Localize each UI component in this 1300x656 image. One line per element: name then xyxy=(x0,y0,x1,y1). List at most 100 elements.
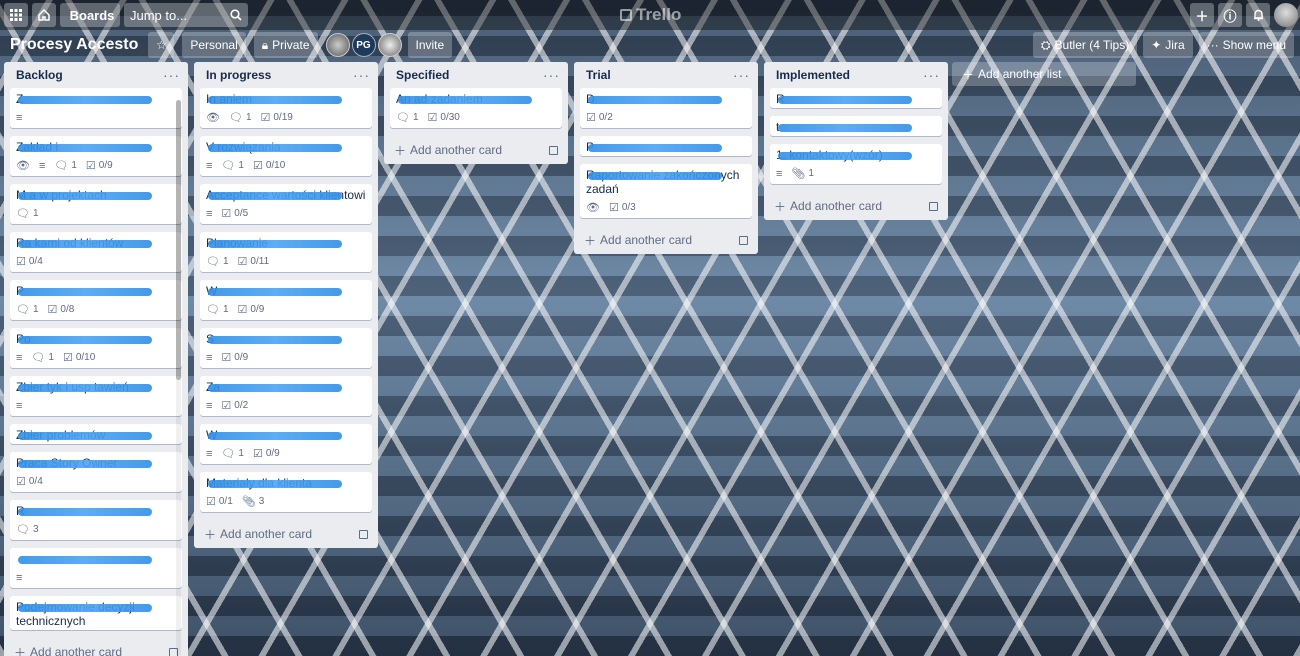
checklist-badge: ☑︎ 0/11 xyxy=(238,255,270,269)
list-header[interactable]: Backlog ··· xyxy=(4,62,188,88)
card[interactable]: Z ≡ xyxy=(10,88,182,128)
card[interactable]: P 🗨︎ 1 ☑︎ 0/8 xyxy=(10,280,182,320)
list-specified: Specified ··· An ad zadaniem 🗨︎ 1 ☑︎ 0/30 ＋ Add … xyxy=(384,62,568,164)
scrollbar-thumb[interactable] xyxy=(176,100,181,380)
board-title[interactable]: Procesy Accesto xyxy=(10,36,138,54)
card[interactable]: Po ≡ 🗨︎ 1 ☑︎ 0/10 xyxy=(10,328,182,368)
show-menu-button[interactable]: ··· Show menu xyxy=(1198,32,1294,58)
card[interactable]: R xyxy=(770,88,942,108)
card-badges: ≡ xyxy=(16,570,176,586)
description-icon: ≡ xyxy=(38,160,46,172)
list-scrollbar[interactable] xyxy=(176,100,181,656)
card[interactable]: Zbier problemów xyxy=(10,424,182,444)
comment-icon: 🗨︎ xyxy=(31,352,46,364)
add-card-button[interactable]: ＋ Add another card xyxy=(764,192,948,220)
plus-icon: ＋ xyxy=(204,527,217,542)
checklist-badge: ☑︎ 0/9 xyxy=(86,159,113,173)
comments-badge: 🗨︎ 1 xyxy=(54,159,77,173)
desc-badge: ≡ xyxy=(16,111,22,125)
list-menu-icon[interactable]: ··· xyxy=(733,67,750,83)
card[interactable]: In aniem 👁︎ 🗨︎ 1 ☑︎ 0/19 xyxy=(200,88,372,128)
desc-badge: ≡ xyxy=(206,159,212,173)
list-title[interactable]: Specified xyxy=(396,68,449,82)
card[interactable]: W ≡ 🗨︎ 1 ☑︎ 0/9 xyxy=(200,424,372,464)
add-card-button[interactable]: ＋ Add another card xyxy=(4,638,188,656)
card[interactable]: Ra kami od klientów ☑︎ 0/4 xyxy=(10,232,182,272)
add-list-button[interactable]: ＋ Add another list xyxy=(952,62,1136,86)
card[interactable]: P xyxy=(580,136,752,156)
card[interactable]: Praca Story Owner ☑︎ 0/4 xyxy=(10,452,182,492)
card-title: R xyxy=(16,504,176,518)
member-initials: PG xyxy=(356,39,371,51)
card-template-icon[interactable] xyxy=(359,529,368,539)
card-template-icon[interactable] xyxy=(739,235,748,245)
list-menu-icon[interactable]: ··· xyxy=(543,67,560,83)
card[interactable]: M a w projektach 🗨︎ 1 xyxy=(10,184,182,224)
card[interactable]: R 🗨︎ 3 xyxy=(10,500,182,540)
comment-icon: 🗨︎ xyxy=(16,524,30,536)
card[interactable]: V rozwiązania ≡ 🗨︎ 1 ☑︎ 0/10 xyxy=(200,136,372,176)
card[interactable]: Acceptance wartości klientowi ≡ ☑︎ 0/5 xyxy=(200,184,372,224)
card-template-icon[interactable] xyxy=(929,201,938,211)
card[interactable]: Raportowanie zakończonych zadań 👁︎ ☑︎ 0/3 xyxy=(580,164,752,218)
list-header[interactable]: In progress ··· xyxy=(194,62,378,88)
jira-button[interactable]: ✦ Jira xyxy=(1143,32,1193,58)
comments-badge: 🗨︎ 3 xyxy=(16,523,39,537)
card-badges: 🗨︎ 1 ☑︎ 0/8 xyxy=(16,302,176,318)
checklist-icon: ☑︎ xyxy=(252,448,263,460)
card[interactable]: D ☑︎ 0/2 xyxy=(580,88,752,128)
member-avatar[interactable] xyxy=(377,33,402,57)
list-header[interactable]: Trial ··· xyxy=(574,62,758,88)
checklist-icon: ☑︎ xyxy=(206,496,216,508)
card[interactable]: Planowanie 🗨︎ 1 ☑︎ 0/11 xyxy=(200,232,372,272)
list-title[interactable]: Trial xyxy=(586,68,611,82)
info-button[interactable]: ⓘ xyxy=(1218,3,1242,27)
list-header[interactable]: Specified ··· xyxy=(384,62,568,88)
card[interactable]: 1. kontaktowy(wzór) ≡ 📎︎ 1 xyxy=(770,144,942,184)
butler-button[interactable]: ⛭ Butler (4 Tips) xyxy=(1032,32,1138,58)
boards-button[interactable]: Boards xyxy=(60,3,120,27)
list-title[interactable]: In progress xyxy=(206,68,271,82)
apps-grid-icon[interactable] xyxy=(4,3,28,27)
card[interactable]: t xyxy=(770,116,942,136)
card[interactable]: S ≡ ☑︎ 0/9 xyxy=(200,328,372,368)
plus-icon: ＋ xyxy=(584,233,597,248)
team-button[interactable]: Personal xyxy=(182,32,246,58)
member-avatar[interactable]: PG xyxy=(351,33,376,57)
plus-icon: ＋ xyxy=(14,645,27,656)
search-input[interactable]: Jump to... xyxy=(124,3,248,27)
checklist-count: 0/3 xyxy=(621,202,636,213)
add-card-button[interactable]: ＋ Add another card xyxy=(194,520,378,548)
trello-logo[interactable]: Trello xyxy=(620,5,681,25)
visibility-button[interactable]: 🔒︎ Private xyxy=(253,32,318,58)
card-badges: ≡ 🗨︎ 1 ☑︎ 0/10 xyxy=(16,350,176,366)
card[interactable]: Za ≡ ☑︎ 0/2 xyxy=(200,376,372,416)
notifications-button[interactable] xyxy=(1246,3,1270,27)
checklist-badge: ☑︎ 0/1 xyxy=(206,495,233,509)
checklist-icon: ☑︎ xyxy=(427,112,438,124)
add-card-button[interactable]: ＋ Add another card xyxy=(384,136,568,164)
account-avatar[interactable] xyxy=(1274,3,1298,27)
card[interactable]: Podejmowanie decyzji technicznych xyxy=(10,596,182,630)
list-menu-icon[interactable]: ··· xyxy=(163,67,180,83)
list-title[interactable]: Backlog xyxy=(16,68,63,82)
star-button[interactable]: ☆ xyxy=(148,32,175,58)
list-menu-icon[interactable]: ··· xyxy=(923,67,940,83)
invite-button[interactable]: Invite xyxy=(407,32,453,58)
card[interactable]: An ad zadaniem 🗨︎ 1 ☑︎ 0/30 xyxy=(390,88,562,128)
card[interactable]: ≡ xyxy=(10,548,182,588)
create-button[interactable]: ＋ xyxy=(1190,3,1214,27)
add-card-button[interactable]: ＋ Add another card xyxy=(574,226,758,254)
card[interactable]: Materiały dla klienta ☑︎ 0/1 📎︎ 3 xyxy=(200,472,372,512)
list-menu-icon[interactable]: ··· xyxy=(353,67,370,83)
card[interactable]: Zbier tyk i usp tawień ≡ xyxy=(10,376,182,416)
card[interactable]: W 🗨︎ 1 ☑︎ 0/9 xyxy=(200,280,372,320)
list-header[interactable]: Implemented ··· xyxy=(764,62,948,88)
home-button[interactable] xyxy=(32,3,56,27)
member-avatar[interactable] xyxy=(325,33,350,57)
card[interactable]: Zakład i 👁︎ ≡ 🗨︎ 1 ☑︎ 0/9 xyxy=(10,136,182,176)
checklist-icon: ☑︎ xyxy=(586,112,596,124)
list-title[interactable]: Implemented xyxy=(776,68,850,82)
desc-badge: ≡ xyxy=(16,571,22,585)
card-template-icon[interactable] xyxy=(549,145,558,155)
